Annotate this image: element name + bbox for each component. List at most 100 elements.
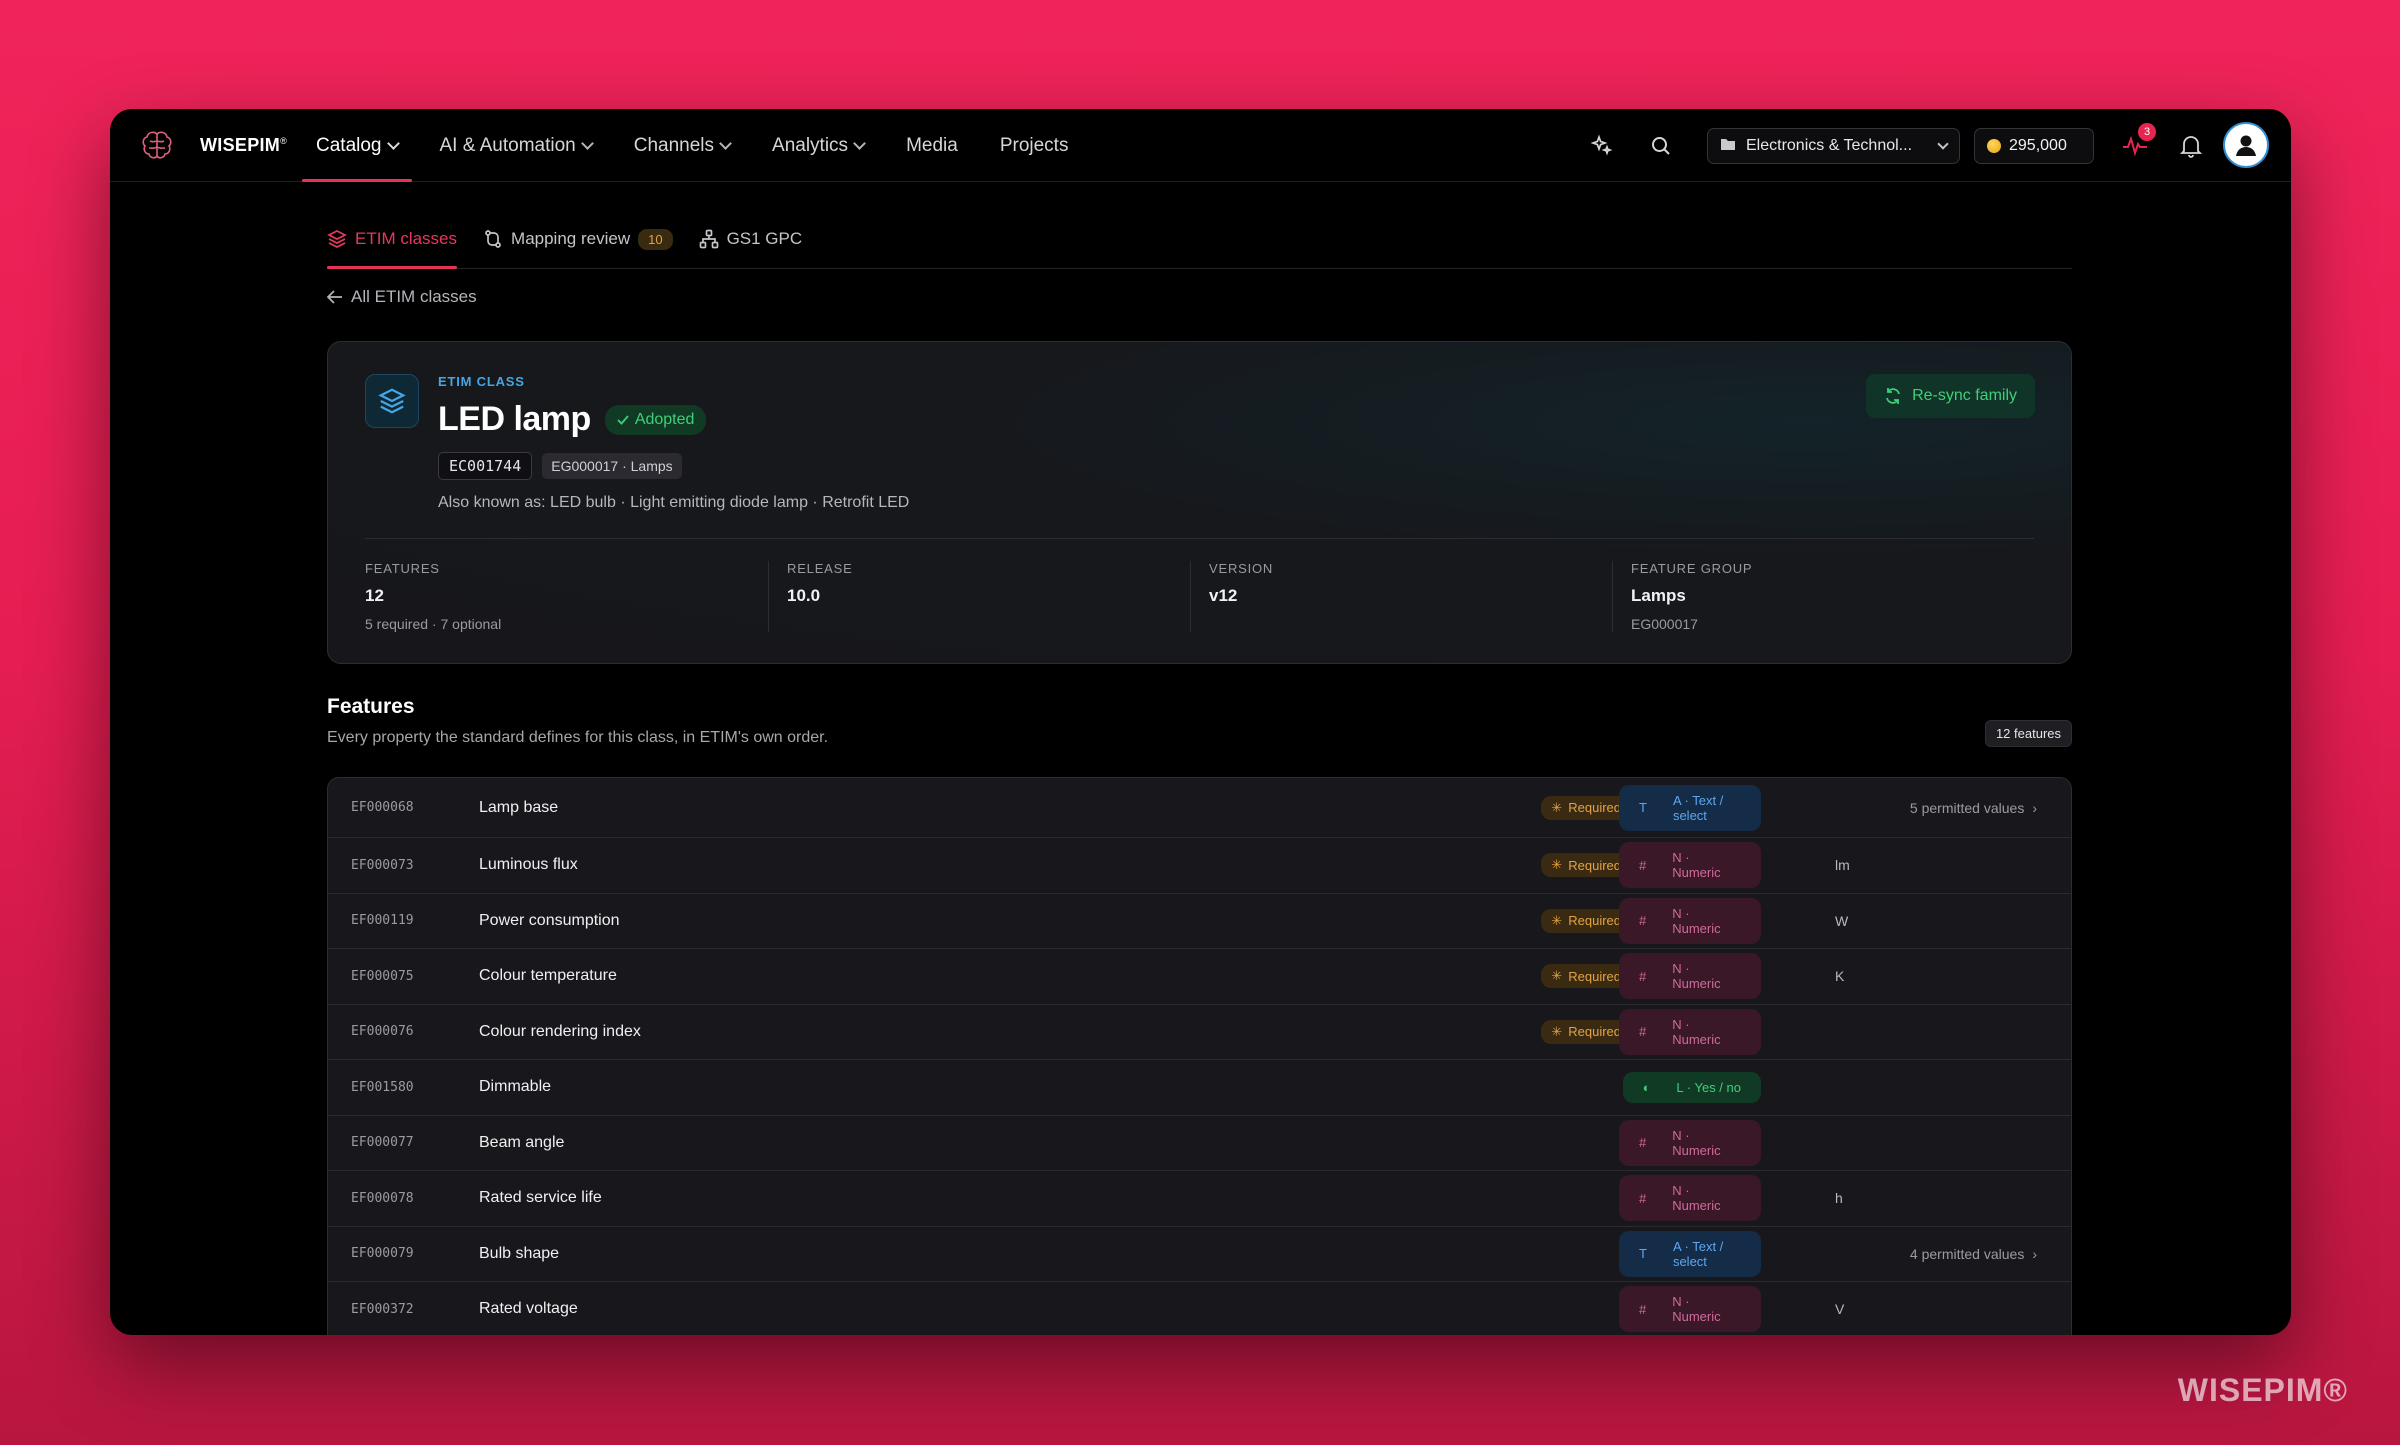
features-count-badge: 12 features <box>1984 720 2072 747</box>
permitted-values-link[interactable]: 5 permitted values › <box>1910 800 2037 816</box>
table-row[interactable]: EF000073 Luminous flux ✳ Required # N · Numer… <box>328 838 2071 894</box>
class-title: LED lamp <box>438 400 591 438</box>
asterisk-icon: ✳ <box>1551 799 1563 815</box>
tab-gs1-gpc[interactable]: GS1 GPC <box>699 216 802 268</box>
feature-code: EF001580 <box>351 1079 414 1095</box>
type-badge: # N · Numeric <box>1619 1286 1761 1333</box>
brand-name[interactable]: WISEPIM® <box>200 135 287 156</box>
feature-code: EF000078 <box>351 1190 414 1206</box>
feature-name: Rated voltage <box>479 1300 578 1318</box>
layers-icon <box>327 230 347 248</box>
required-badge: ✳ Required <box>1541 853 1631 878</box>
feature-code: EF000075 <box>351 968 414 984</box>
bell-icon[interactable] <box>2176 131 2206 161</box>
stat-features: FEATURES 12 5 required · 7 optional <box>365 561 502 632</box>
type-icon: T <box>1639 1246 1647 1262</box>
merge-arrows-icon <box>485 230 501 248</box>
feature-name: Dimmable <box>479 1078 552 1096</box>
main-content: ETIM classes Mapping review 10 GS1 GPC A… <box>327 182 2072 1335</box>
feature-name: Beam angle <box>479 1133 565 1151</box>
ai-sparkle-icon[interactable] <box>1586 131 1616 161</box>
chevron-down-icon <box>386 136 400 150</box>
type-badge: TA · Text / select <box>1619 784 1761 831</box>
workspace-name: Electronics & Technol... <box>1746 137 1913 154</box>
group-code: EG000017 · Lamps <box>542 453 682 479</box>
credits-balance[interactable]: 295,000 <box>1974 128 2094 164</box>
sub-tabs: ETIM classes Mapping review 10 GS1 GPC <box>327 182 2072 269</box>
feature-name: Bulb shape <box>479 1244 560 1262</box>
arrow-left-icon <box>327 290 342 304</box>
tab-mapping-review[interactable]: Mapping review 10 <box>483 216 673 268</box>
features-header: Features Every property the standard def… <box>327 695 2072 747</box>
type-badge: # N · Numeric <box>1619 1175 1761 1222</box>
features-description: Every property the standard defines for … <box>327 729 829 746</box>
asterisk-icon: ✳ <box>1551 857 1563 873</box>
asterisk-icon: ✳ <box>1551 968 1563 984</box>
feature-name: Colour rendering index <box>479 1022 641 1040</box>
features-title: Features <box>327 695 415 718</box>
table-row[interactable]: EF000078 Rated service life # N · Numeric h <box>328 1171 2071 1227</box>
type-icon: T <box>1639 800 1647 815</box>
class-eyebrow: ETIM CLASS <box>438 374 525 389</box>
nav-media[interactable]: Media <box>892 109 972 182</box>
type-icon: # <box>1639 1301 1647 1317</box>
type-icon: # <box>1639 1190 1647 1206</box>
class-code: EC001744 <box>438 452 533 480</box>
stat-release: RELEASE 10.0 <box>768 561 1190 632</box>
resync-family-button[interactable]: Re-sync family <box>1866 374 2035 418</box>
table-row[interactable]: EF000372 Rated voltage # N · Numeric V <box>328 1282 2071 1335</box>
synonyms-text: Also known as: LED bulb · Light emitting… <box>438 494 910 511</box>
top-navigation-bar: WISEPIM® Catalog AI & Automation Channel… <box>110 109 2291 182</box>
table-row[interactable]: EF000119 Power consumption ✳ Required # N · N… <box>328 894 2071 949</box>
asterisk-icon: ✳ <box>1551 1023 1563 1039</box>
table-row[interactable]: EF000075 Colour temperature ✳ Required # N · … <box>328 949 2071 1005</box>
tab-etim-classes[interactable]: ETIM classes <box>327 216 458 269</box>
table-row[interactable]: EF000076 Colour rendering index ✳ Required #… <box>328 1005 2071 1060</box>
table-row[interactable]: EF000077 Beam angle # N · Numeric <box>328 1116 2071 1171</box>
search-icon[interactable] <box>1646 131 1676 161</box>
folder-icon <box>1720 137 1736 156</box>
table-row[interactable]: EF001580 Dimmable ◐ L · Yes / no <box>328 1060 2071 1116</box>
chevron-down-icon <box>719 136 732 150</box>
check-icon <box>617 414 629 425</box>
stat-feature-group: FEATURE GROUP Lamps EG000017 <box>1612 561 2034 632</box>
feature-unit: h <box>1835 1190 1843 1207</box>
workspace-selector[interactable]: Electronics & Technol... <box>1707 128 1960 164</box>
class-summary-card: ETIM CLASS LED lamp Adopted EC001744 EG0… <box>327 341 2072 664</box>
chevron-down-icon <box>1937 137 1949 150</box>
type-badge: # N · Numeric <box>1619 897 1761 944</box>
table-row[interactable]: EF000079 Bulb shape T A · Text / select 4 pe… <box>328 1227 2071 1282</box>
back-to-all-classes-link[interactable]: All ETIM classes <box>327 287 477 307</box>
user-icon <box>2236 135 2256 156</box>
feature-name: Colour temperature <box>479 967 617 985</box>
feature-name: Luminous flux <box>479 856 578 874</box>
required-badge: ✳ Required <box>1541 795 1631 820</box>
feature-unit: V <box>1835 1301 1845 1318</box>
type-badge: TA · Text / select <box>1619 1230 1761 1277</box>
table-row[interactable]: EF000068 Lamp base ✳ Required T A · Text / se… <box>328 778 2071 838</box>
stat-version: VERSION v12 <box>1190 561 1612 632</box>
user-avatar[interactable] <box>2223 122 2269 168</box>
feature-code: EF000079 <box>351 1246 414 1262</box>
type-icon: # <box>1639 968 1647 984</box>
permitted-values-link[interactable]: 4 permitted values › <box>1910 1246 2037 1262</box>
type-icon: ◐ <box>1642 1079 1651 1095</box>
feature-code: EF000119 <box>351 913 414 929</box>
chevron-right-icon: › <box>2032 1245 2037 1262</box>
class-stats: FEATURES 12 5 required · 7 optional RELE… <box>365 561 2034 632</box>
chevron-down-icon <box>580 136 594 150</box>
nav-ai-automation[interactable]: AI & Automation <box>426 109 606 182</box>
chevron-right-icon: › <box>2032 799 2037 816</box>
type-icon: # <box>1639 1024 1647 1040</box>
feature-name: Power consumption <box>479 911 620 929</box>
feature-unit: lm <box>1835 857 1850 874</box>
nav-channels[interactable]: Channels <box>620 109 744 182</box>
nav-analytics[interactable]: Analytics <box>758 109 878 182</box>
nav-projects[interactable]: Projects <box>986 109 1083 182</box>
feature-code: EF000372 <box>351 1301 414 1317</box>
feature-unit: W <box>1835 912 1849 929</box>
brain-logo-icon[interactable] <box>138 127 176 165</box>
feature-unit: K <box>1835 968 1845 985</box>
chevron-down-icon <box>853 136 866 150</box>
nav-catalog[interactable]: Catalog <box>302 109 412 182</box>
